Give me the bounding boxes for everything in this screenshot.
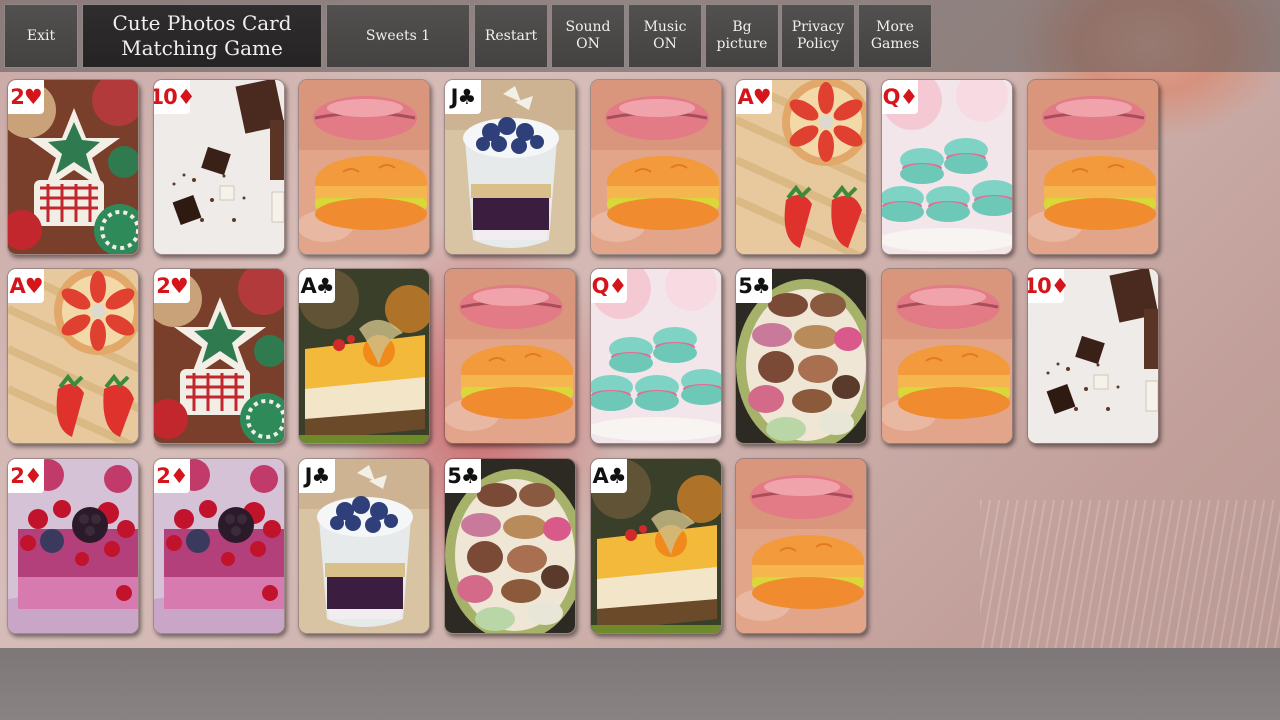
privacy-policy-button[interactable]: Privacy Policy: [781, 4, 855, 68]
card-index: 10♦: [154, 80, 196, 114]
background-grass: [980, 500, 1280, 650]
card[interactable]: 5 ♣: [735, 268, 867, 444]
card-index: 2 ♦: [154, 459, 190, 493]
card-suit-icon: ♣: [315, 274, 335, 298]
macaron-lips-photo: [591, 80, 721, 254]
card-suit-icon: ♣: [751, 274, 771, 298]
deck-select-button[interactable]: Sweets 1: [326, 4, 470, 68]
card-rank: 10: [1028, 274, 1052, 298]
card[interactable]: J ♣: [444, 79, 576, 255]
macaron-lips-photo: [1028, 80, 1158, 254]
more-games-button[interactable]: More Games: [858, 4, 932, 68]
card-rank: Q: [591, 274, 610, 298]
card-rank: 5: [738, 274, 753, 298]
card-rank: J: [450, 85, 459, 109]
card[interactable]: A ♥: [7, 268, 139, 444]
card-index: J ♣: [445, 80, 481, 114]
music-toggle-button[interactable]: Music ON: [628, 4, 702, 68]
card-rank: 2: [156, 274, 171, 298]
card-index: 10♦: [1028, 269, 1070, 303]
card-rank: 5: [447, 464, 462, 488]
card-index: J ♣: [299, 459, 335, 493]
card-suit-icon: ♥: [23, 85, 43, 109]
card-index: A ♥: [736, 80, 772, 114]
card-suit-icon: ♦: [169, 464, 189, 488]
card-rank: 2: [156, 464, 171, 488]
card-suit-icon: ♣: [460, 464, 480, 488]
card[interactable]: [1027, 79, 1159, 255]
card-index: Q ♦: [882, 80, 918, 114]
card-suit-icon: ♣: [607, 464, 627, 488]
card-suit-icon: ♦: [899, 85, 919, 109]
card-rank: J: [304, 464, 313, 488]
card-suit-icon: ♥: [169, 274, 189, 298]
card[interactable]: Q ♦: [590, 268, 722, 444]
card-rank: A: [9, 274, 25, 298]
card[interactable]: [298, 79, 430, 255]
card-suit-icon: ♦: [23, 464, 43, 488]
card-index: A ♥: [8, 269, 44, 303]
sound-toggle-button[interactable]: Sound ON: [551, 4, 625, 68]
card[interactable]: [881, 268, 1013, 444]
card-rank: Q: [882, 85, 901, 109]
macaron-lips-photo: [299, 80, 429, 254]
card-suit-icon: ♦: [608, 274, 628, 298]
card-index: A ♣: [591, 459, 627, 493]
exit-button[interactable]: Exit: [4, 4, 78, 68]
card-rank: A: [300, 274, 316, 298]
card-index: 2 ♥: [8, 80, 44, 114]
bottom-band: [0, 648, 1280, 720]
restart-button[interactable]: Restart: [474, 4, 548, 68]
card-rank: A: [737, 85, 753, 109]
card[interactable]: A ♣: [298, 268, 430, 444]
card[interactable]: 10♦: [1027, 268, 1159, 444]
card-suit-icon: ♥: [24, 274, 44, 298]
card-rank: 10: [154, 85, 178, 109]
macaron-lips-photo: [736, 459, 866, 633]
card[interactable]: 2 ♥: [153, 268, 285, 444]
card[interactable]: A ♣: [590, 458, 722, 634]
background-picture-button[interactable]: Bg picture: [705, 4, 779, 68]
card[interactable]: 5 ♣: [444, 458, 576, 634]
card[interactable]: 2 ♦: [153, 458, 285, 634]
card-index: 2 ♦: [8, 459, 44, 493]
card-index: 5 ♣: [445, 459, 481, 493]
card[interactable]: 2 ♥: [7, 79, 139, 255]
card-index: Q ♦: [591, 269, 627, 303]
card[interactable]: [735, 458, 867, 634]
card-suit-icon: ♦: [176, 85, 196, 109]
macaron-lips-photo: [882, 269, 1012, 443]
macaron-lips-photo: [445, 269, 575, 443]
card-index: 5 ♣: [736, 269, 772, 303]
card[interactable]: [590, 79, 722, 255]
card-rank: 2: [10, 85, 25, 109]
card-suit-icon: ♣: [311, 464, 331, 488]
card-rank: 2: [10, 464, 25, 488]
card[interactable]: A ♥: [735, 79, 867, 255]
card[interactable]: Q ♦: [881, 79, 1013, 255]
card[interactable]: J ♣: [298, 458, 430, 634]
card-rank: A: [592, 464, 608, 488]
card-suit-icon: ♥: [752, 85, 772, 109]
game-title: Cute Photos Card Matching Game: [82, 4, 322, 68]
card-suit-icon: ♣: [457, 85, 477, 109]
card[interactable]: 10♦: [153, 79, 285, 255]
card[interactable]: [444, 268, 576, 444]
card-index: 2 ♥: [154, 269, 190, 303]
card-suit-icon: ♦: [1050, 274, 1070, 298]
card-index: A ♣: [299, 269, 335, 303]
card[interactable]: 2 ♦: [7, 458, 139, 634]
